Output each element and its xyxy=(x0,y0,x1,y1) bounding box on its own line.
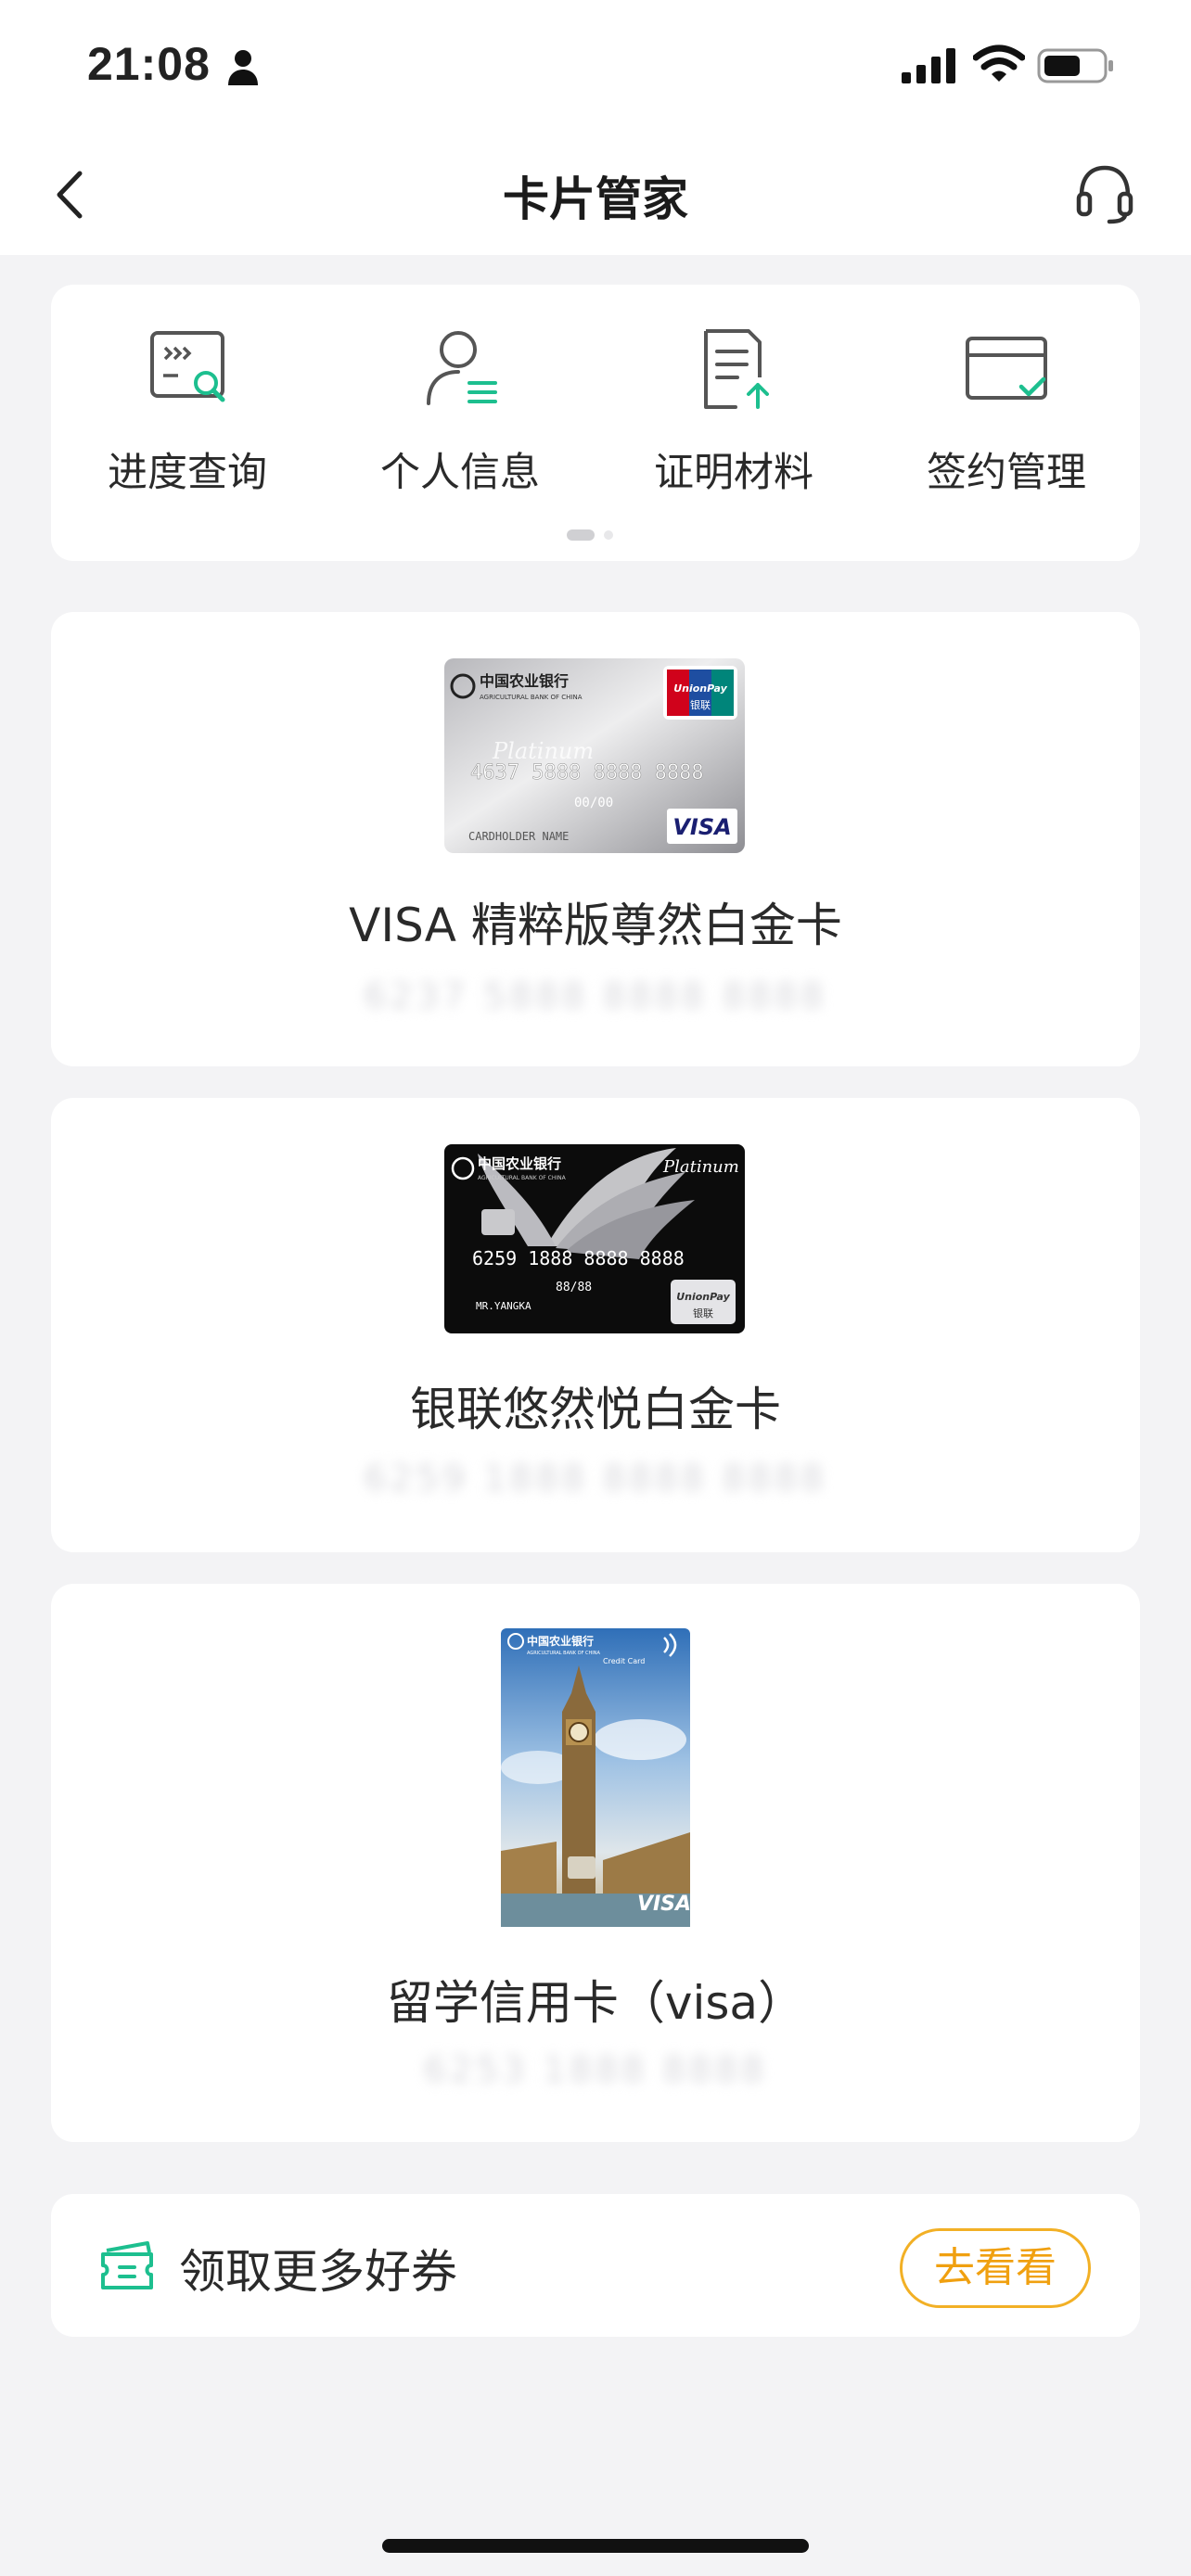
quick-actions-panel: 进度查询 个人信息 证明材料 签约管理 xyxy=(51,285,1140,561)
card-bank-name: 中国农业银行 xyxy=(527,1634,594,1648)
card-network-logo-cn: 银联 xyxy=(690,698,711,711)
quick-action-signing[interactable]: 签约管理 xyxy=(890,322,1122,498)
card-signing-icon xyxy=(966,337,1047,400)
card-bank-name-en: AGRICULTURAL BANK OF CHINA xyxy=(527,1651,601,1656)
card-holder: CARDHOLDER NAME xyxy=(468,830,569,843)
page-title: 卡片管家 xyxy=(503,172,688,226)
card-tier: Platinum xyxy=(662,1157,739,1177)
battery-icon xyxy=(1037,48,1113,83)
card-image-visa-platinum: 中国农业银行 AGRICULTURAL BANK OF CHINA UnionP… xyxy=(444,658,745,853)
coupon-banner[interactable]: 领取更多好券 去看看 xyxy=(51,2194,1140,2337)
person-icon xyxy=(228,50,258,85)
quick-action-documents[interactable]: 证明材料 xyxy=(618,322,850,498)
card-network-logo-cn: 银联 xyxy=(693,1307,713,1320)
card-brand-logo: VISA xyxy=(672,814,731,840)
credit-card-item[interactable]: 中国农业银行 AGRICULTURAL BANK OF CHINA UnionP… xyxy=(51,612,1140,1066)
card-image-unionpay-platinum: 中国农业银行 AGRICULTURAL BANK OF CHINA Platin… xyxy=(444,1144,745,1333)
home-indicator xyxy=(382,2539,809,2553)
view-coupons-button[interactable]: 去看看 xyxy=(900,2228,1091,2308)
progress-search-icon xyxy=(150,331,225,402)
customer-service-icon[interactable] xyxy=(1074,160,1135,225)
card-name: VISA 精粹版尊然白金卡 xyxy=(349,899,842,952)
card-brand-logo: VISA xyxy=(637,1893,690,1916)
coupon-label: 领取更多好券 xyxy=(179,2245,457,2299)
card-bank-name: 中国农业银行 xyxy=(478,1155,561,1172)
coupon-icon xyxy=(101,2241,153,2289)
card-bank-name: 中国农业银行 xyxy=(480,672,569,690)
quick-action-personal-info[interactable]: 个人信息 xyxy=(344,322,576,498)
quick-action-label: 进度查询 xyxy=(108,450,267,496)
page-dot-active xyxy=(567,529,595,541)
quick-action-progress[interactable]: 进度查询 xyxy=(71,322,303,498)
page-dot xyxy=(604,530,613,540)
card-network-logo: UnionPay xyxy=(676,1291,730,1303)
card-name: 银联悠然悦白金卡 xyxy=(410,1383,781,1436)
credit-card-item[interactable]: 中国农业银行 AGRICULTURAL BANK OF CHINA Platin… xyxy=(51,1098,1140,1552)
card-expiry: 00/00 xyxy=(574,796,613,810)
card-tier: Platinum xyxy=(492,738,594,764)
personal-info-icon xyxy=(427,331,497,405)
card-image-study-abroad: 中国农业银行 AGRICULTURAL BANK OF CHINA Credit… xyxy=(501,1628,690,1927)
quick-action-label: 证明材料 xyxy=(654,450,813,496)
status-bar: 21:08 xyxy=(0,0,1191,134)
card-expiry: 88/88 xyxy=(556,1281,592,1294)
quick-action-label: 签约管理 xyxy=(927,450,1086,496)
card-number-masked: 6253 1888 8888 xyxy=(423,2049,768,2090)
card-embossed-number: 4637 5888 8888 8888 xyxy=(470,761,704,784)
navigation-bar: 卡片管家 xyxy=(0,134,1191,255)
card-name: 留学信用卡（visa） xyxy=(386,1976,805,2030)
signal-icon xyxy=(902,48,955,83)
wifi-icon xyxy=(973,45,1025,82)
document-upload-icon xyxy=(704,329,769,409)
card-sub-label: Credit Card xyxy=(603,1657,645,1665)
status-time: 21:08 xyxy=(87,38,211,90)
card-network-logo: UnionPay xyxy=(673,682,727,695)
card-bank-name-en: AGRICULTURAL BANK OF CHINA xyxy=(478,1175,567,1181)
card-number-masked: 6259 1888 8888 8888 xyxy=(364,1458,827,1498)
card-bank-name-en: AGRICULTURAL BANK OF CHINA xyxy=(480,694,583,701)
card-embossed-number: 6259 1888 8888 8888 xyxy=(472,1247,685,1269)
credit-card-item[interactable]: 中国农业银行 AGRICULTURAL BANK OF CHINA Credit… xyxy=(51,1584,1140,2142)
card-holder: MR.YANGKA xyxy=(476,1300,531,1312)
quick-action-label: 个人信息 xyxy=(380,450,540,496)
card-number-masked: 6237 5888 8888 8888 xyxy=(364,976,827,1016)
